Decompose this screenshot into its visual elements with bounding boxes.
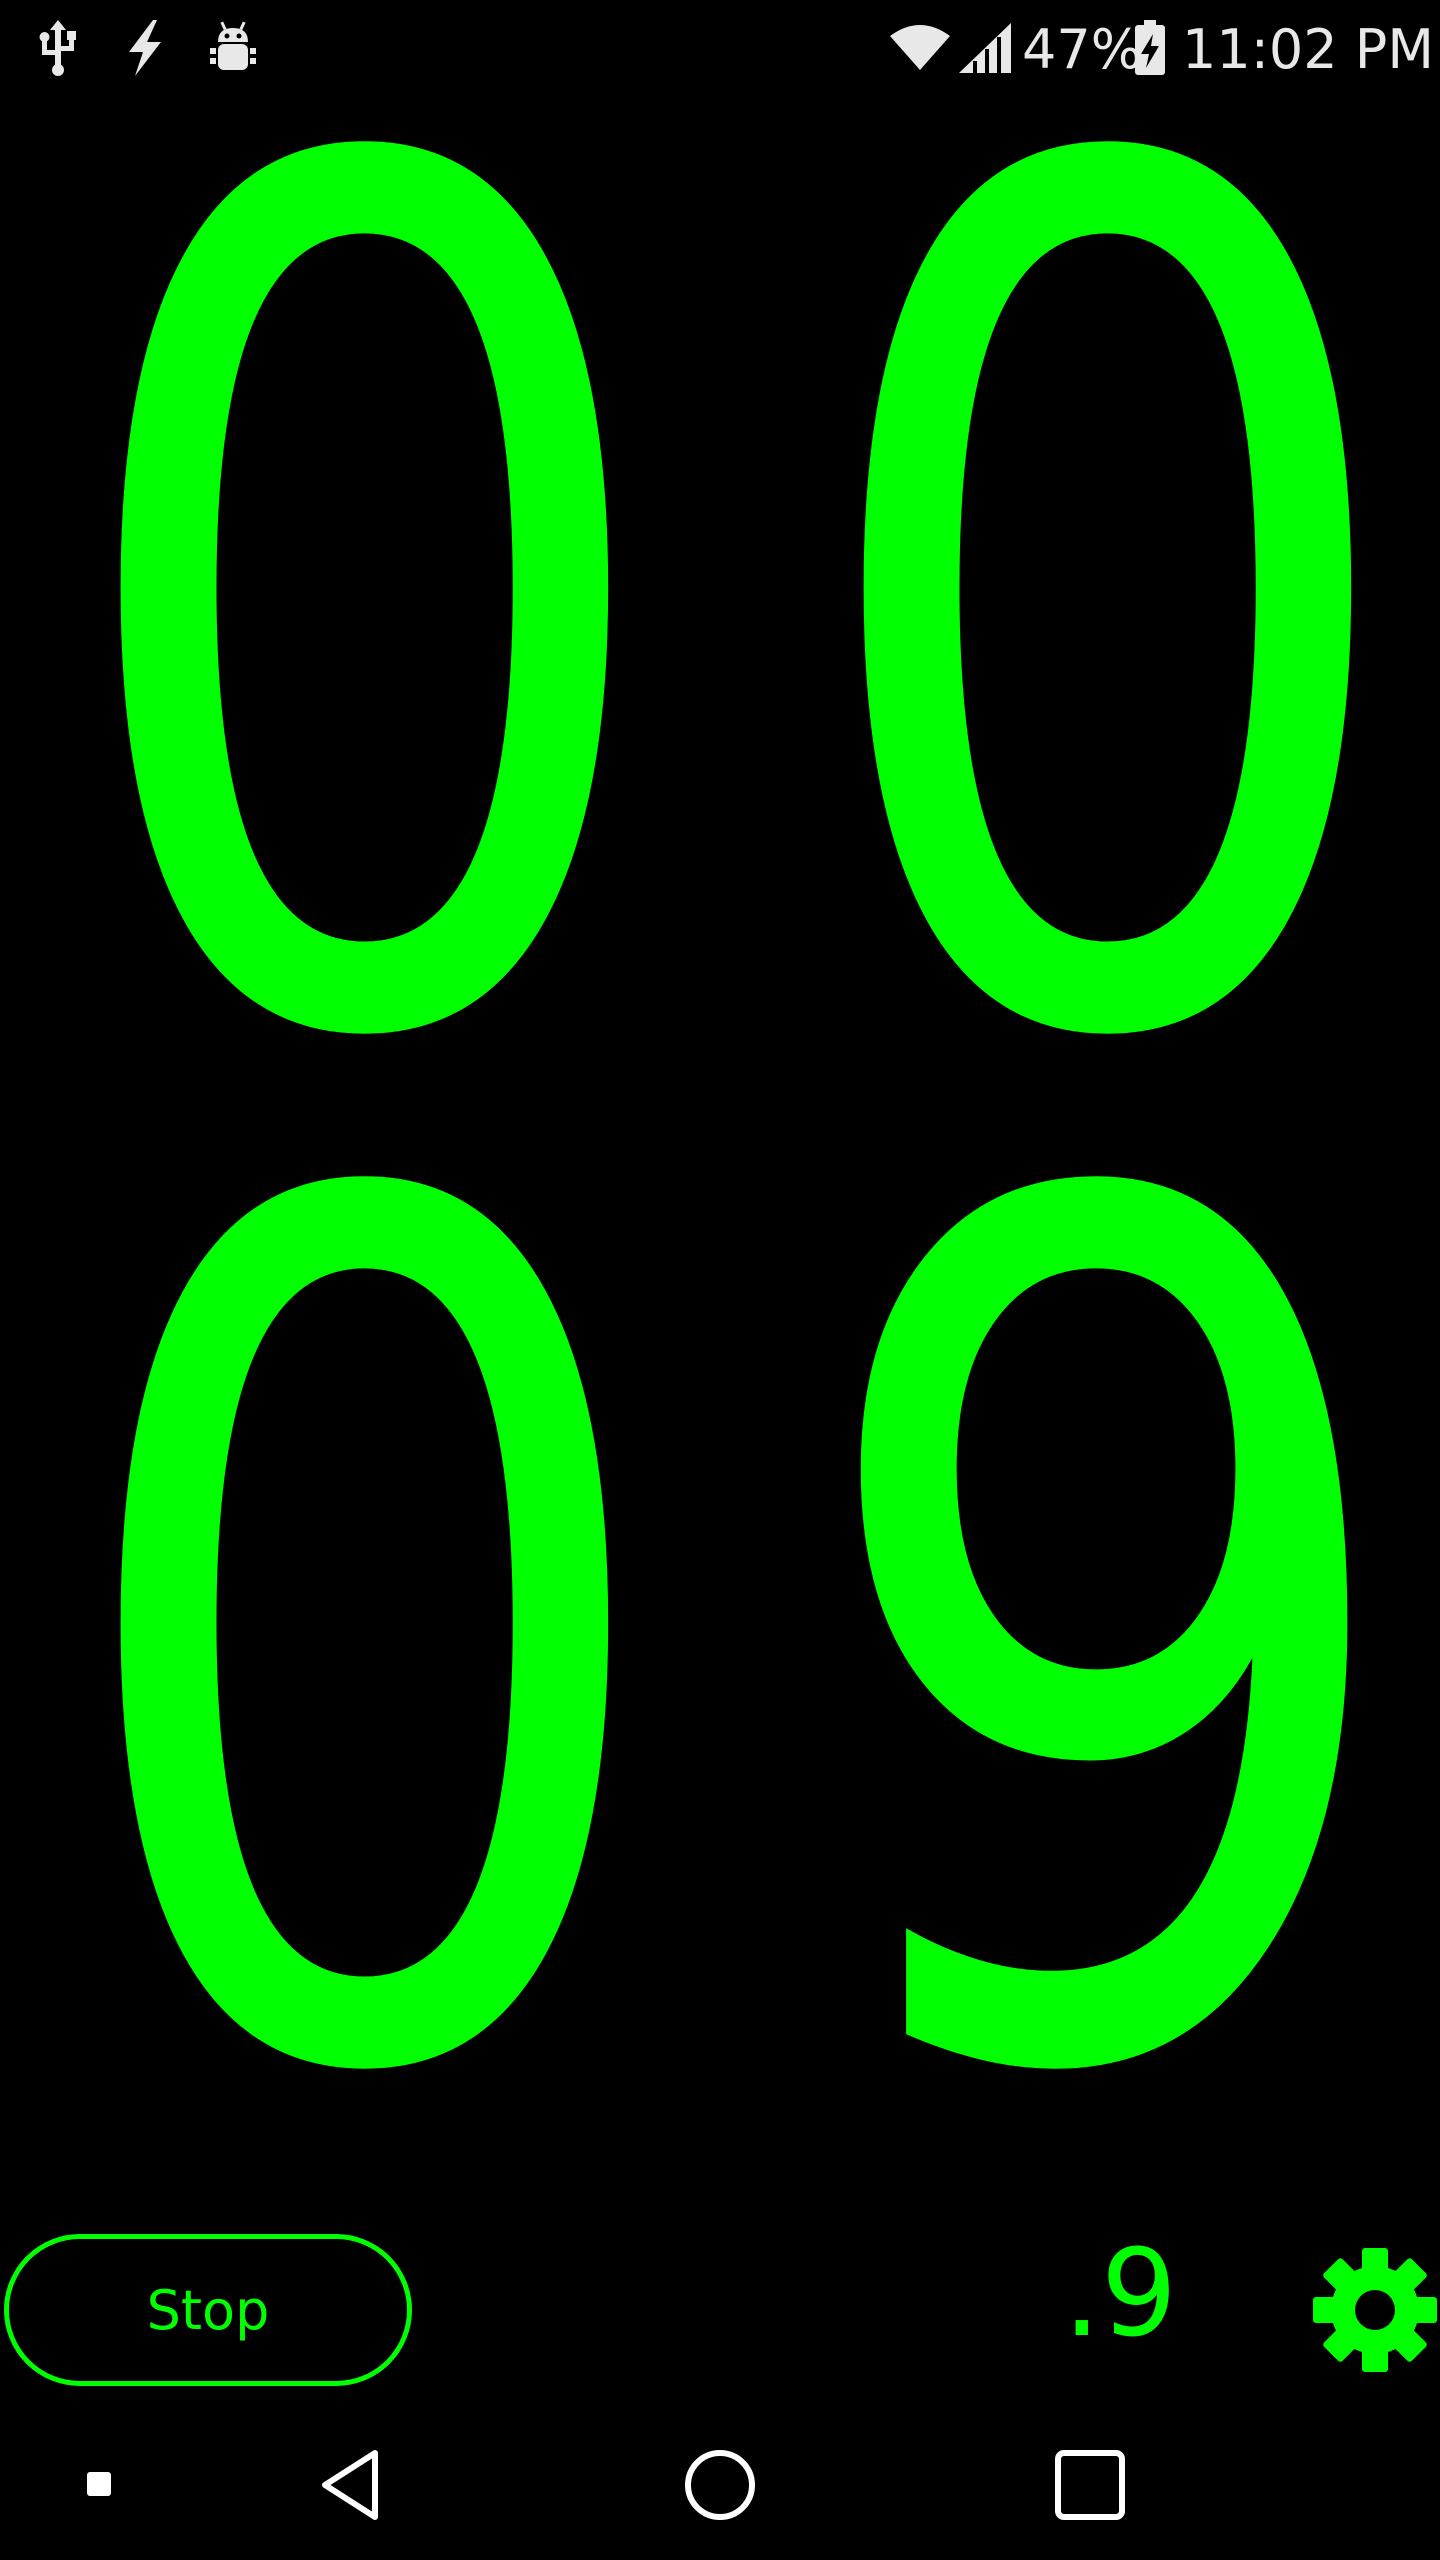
seconds-ones-digit: 9 xyxy=(799,958,1416,2331)
stop-button[interactable]: Stop xyxy=(4,2234,412,2386)
recents-small-button[interactable] xyxy=(45,2430,155,2540)
home-icon xyxy=(685,2450,755,2520)
overview-button[interactable] xyxy=(1035,2430,1145,2540)
back-button[interactable] xyxy=(298,2430,408,2540)
tenths-display: .9 xyxy=(1062,2225,1178,2364)
gear-icon xyxy=(1313,2248,1437,2372)
recents-small-icon xyxy=(87,2472,111,2496)
stop-button-label: Stop xyxy=(146,2278,270,2342)
back-icon xyxy=(322,2450,378,2520)
overview-icon xyxy=(1055,2450,1125,2520)
navigation-bar xyxy=(0,2410,1440,2560)
settings-button[interactable] xyxy=(1310,2245,1440,2375)
home-button[interactable] xyxy=(665,2430,775,2540)
seconds-tens-digit: 0 xyxy=(56,958,673,2331)
